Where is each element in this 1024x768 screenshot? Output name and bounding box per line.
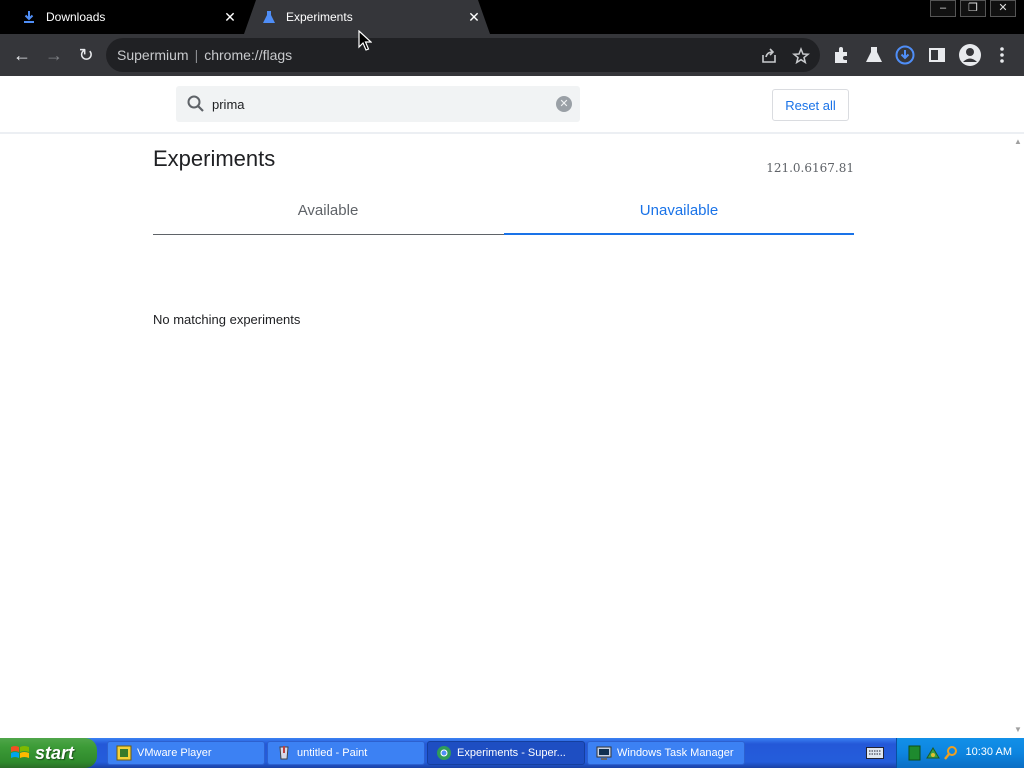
taskbar-clock: 10:30 AM (965, 746, 1012, 758)
restore-button[interactable]: ❐ (960, 0, 986, 17)
taskbar-item-label: Windows Task Manager (617, 747, 734, 759)
menu-kebab-icon[interactable] (992, 45, 1012, 65)
green-app-tray-icon[interactable] (907, 745, 923, 761)
windows-logo-icon (11, 746, 29, 758)
empty-results-message: No matching experiments (153, 312, 301, 327)
flags-page: ✕ Reset all Experiments 121.0.6167.81 Av… (0, 76, 1024, 738)
flask-icon (263, 11, 275, 23)
search-box[interactable]: ✕ (176, 86, 580, 122)
tab-strip: Downloads ✕ Experiments ✕ – ❐ ✕ (0, 0, 1024, 34)
back-button[interactable]: ← (10, 43, 34, 67)
network-tray-icon[interactable] (925, 745, 941, 761)
scroll-down-icon[interactable]: ▼ (1014, 726, 1022, 734)
forward-button[interactable]: → (42, 43, 66, 67)
minimize-button[interactable]: – (930, 0, 956, 17)
download-icon (24, 11, 34, 23)
paint-icon (279, 746, 289, 760)
taskbar-item-label: VMware Player (137, 747, 212, 759)
window-controls: – ❐ ✕ (926, 0, 1016, 18)
tab-close-button[interactable]: ✕ (222, 9, 238, 25)
flask-icon[interactable] (864, 45, 884, 65)
start-label: start (35, 742, 75, 763)
scroll-up-icon[interactable]: ▲ (1014, 138, 1022, 146)
mouse-cursor-icon (358, 30, 372, 51)
taskbar-item-browser[interactable]: Experiments - Super... (427, 741, 585, 765)
site-name: Supermium (117, 47, 189, 63)
taskbar-item-label: untitled - Paint (297, 747, 368, 759)
bookmark-star-icon[interactable] (792, 47, 810, 65)
share-icon[interactable] (760, 47, 778, 65)
system-tray: 10:30 AM (896, 738, 1024, 768)
search-tray-icon[interactable] (943, 745, 959, 761)
profile-avatar-icon[interactable] (958, 43, 982, 67)
address-bar[interactable]: Supermium | chrome://flags (106, 38, 820, 72)
reset-all-button[interactable]: Reset all (772, 89, 849, 121)
clear-search-icon[interactable]: ✕ (556, 96, 572, 112)
search-input[interactable] (212, 94, 542, 114)
extensions-icon[interactable] (832, 45, 852, 65)
browser-icon (437, 746, 451, 760)
taskbar-item-label: Experiments - Super... (457, 747, 566, 759)
tab-available[interactable]: Available (153, 194, 503, 235)
tab-title: Experiments (286, 10, 353, 24)
taskbar-item-task-manager[interactable]: Windows Task Manager (587, 741, 745, 765)
tab-title: Downloads (46, 10, 106, 24)
keyboard-icon[interactable] (866, 747, 884, 759)
side-panel-icon[interactable] (927, 45, 947, 65)
address-text: Supermium | chrome://flags (117, 47, 292, 63)
browser-toolbar: ← → ↻ Supermium | chrome://flags (0, 34, 1024, 76)
experiment-tabs: Available Unavailable (153, 194, 854, 235)
address-url: chrome://flags (204, 47, 293, 63)
page-title: Experiments (153, 146, 276, 171)
vmware-icon (116, 745, 132, 761)
tab-downloads[interactable]: Downloads ✕ (10, 0, 246, 34)
address-separator: | (194, 47, 199, 63)
search-icon (187, 95, 204, 112)
start-button[interactable]: start (0, 738, 97, 768)
task-manager-icon (596, 746, 612, 760)
search-header: ✕ Reset all (0, 76, 1024, 134)
close-window-button[interactable]: ✕ (990, 0, 1016, 17)
version-label: 121.0.6167.81 (766, 161, 854, 175)
download-progress-icon[interactable] (895, 45, 915, 65)
page-scrollbar[interactable]: ▲ ▼ (1012, 134, 1024, 738)
taskbar-item-vmware[interactable]: VMware Player (107, 741, 265, 765)
tab-close-button[interactable]: ✕ (466, 9, 482, 25)
tab-experiments[interactable]: Experiments ✕ (244, 0, 490, 34)
taskbar: start VMware Player untitled - Paint Exp… (0, 738, 1024, 768)
taskbar-item-paint[interactable]: untitled - Paint (267, 741, 425, 765)
tab-unavailable[interactable]: Unavailable (504, 194, 854, 235)
reload-button[interactable]: ↻ (74, 43, 98, 67)
